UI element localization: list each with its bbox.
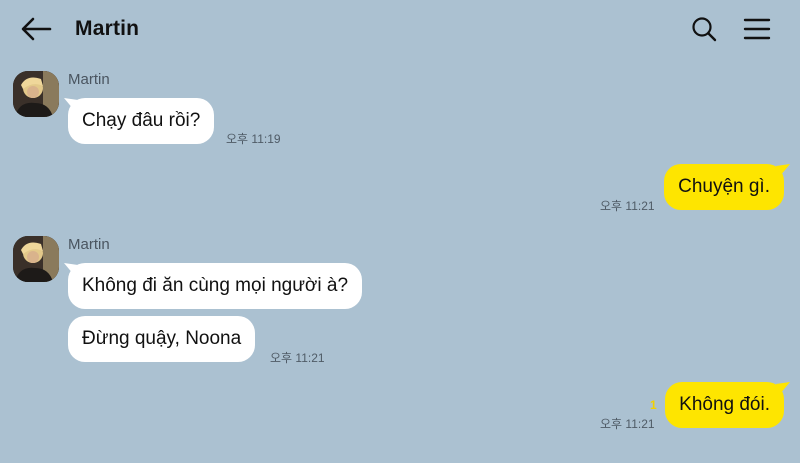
unread-count: 1 [650,398,657,412]
avatar[interactable] [13,236,59,282]
search-icon[interactable] [690,15,718,43]
message-time: 오후 11:21 [600,199,655,213]
hamburger-menu-icon[interactable] [742,16,772,42]
arrow-left-icon[interactable] [18,14,54,44]
message-bubble[interactable]: Chuyện gì. [664,164,784,210]
message-time: 오후 11:19 [226,132,281,146]
message-bubble[interactable]: Đừng quậy, Noona [68,316,256,362]
avatar[interactable] [13,71,59,117]
avatar-photo-icon [13,71,59,117]
sender-name: Martin [68,71,110,88]
message-time: 오후 11:21 [270,351,325,365]
chat-header: Martin [0,0,800,58]
message-time: 오후 11:21 [600,417,655,431]
bubble-tail [776,164,790,176]
bubble-tail [776,382,790,394]
message-bubble[interactable]: Không đói. [665,382,784,428]
avatar-photo-icon [13,236,59,282]
sender-name: Martin [68,236,110,253]
message-bubble[interactable]: Không đi ăn cùng mọi người à? [68,263,363,309]
message-bubble[interactable]: Chạy đâu rồi? [68,98,215,144]
chat-title: Martin [75,17,140,40]
